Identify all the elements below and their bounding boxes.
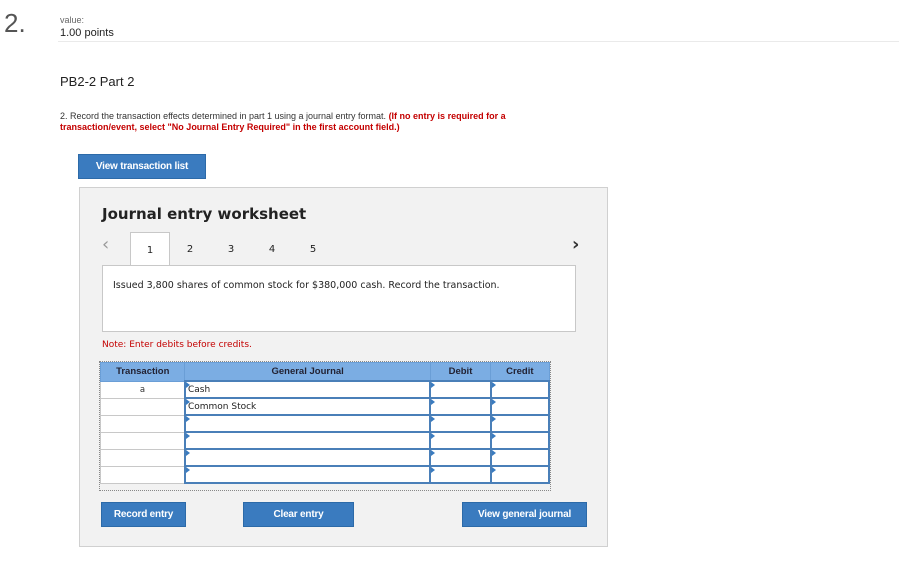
credit-input[interactable] bbox=[489, 380, 551, 399]
transaction-cell bbox=[99, 397, 186, 416]
transaction-cell bbox=[99, 448, 186, 467]
account-select[interactable] bbox=[183, 431, 432, 450]
note-text: Note: Enter debits before credits. bbox=[102, 340, 252, 350]
transaction-description: Issued 3,800 shares of common stock for … bbox=[102, 265, 576, 332]
transaction-cell bbox=[99, 465, 186, 484]
tab-1[interactable]: 1 bbox=[130, 232, 170, 267]
input-marker-icon bbox=[491, 467, 496, 473]
journal-row bbox=[99, 431, 551, 450]
journal-row: Common Stock bbox=[99, 397, 551, 416]
dropdown-marker-icon bbox=[185, 450, 190, 456]
view-transaction-list-button[interactable]: View transaction list bbox=[78, 154, 206, 179]
dropdown-marker-icon bbox=[185, 382, 190, 388]
record-entry-button[interactable]: Record entry bbox=[101, 502, 186, 527]
input-marker-icon bbox=[491, 450, 496, 456]
tab-2[interactable]: 2 bbox=[170, 232, 210, 266]
instruction-text: Record the transaction effects determine… bbox=[70, 111, 387, 121]
question-number: 2. bbox=[4, 8, 26, 38]
worksheet-title: Journal entry worksheet bbox=[102, 205, 307, 223]
transaction-cell bbox=[99, 414, 186, 433]
points-value: 1.00 points bbox=[60, 27, 114, 39]
column-header-debit: Debit bbox=[429, 362, 492, 382]
journal-row bbox=[99, 465, 551, 484]
credit-input[interactable] bbox=[489, 397, 551, 416]
debit-input[interactable] bbox=[429, 397, 492, 416]
input-marker-icon bbox=[491, 416, 496, 422]
debit-input[interactable] bbox=[429, 431, 492, 450]
credit-input[interactable] bbox=[489, 448, 551, 467]
part-title: PB2-2 Part 2 bbox=[60, 74, 135, 89]
account-select[interactable]: Cash bbox=[183, 380, 432, 399]
clear-entry-button[interactable]: Clear entry bbox=[243, 502, 354, 527]
account-select[interactable] bbox=[183, 448, 432, 467]
debit-input[interactable] bbox=[429, 414, 492, 433]
instruction-number: 2. bbox=[60, 111, 68, 121]
dropdown-marker-icon bbox=[185, 399, 190, 405]
instructions: 2. Record the transaction effects determ… bbox=[60, 111, 580, 133]
input-marker-icon bbox=[431, 382, 436, 388]
dropdown-marker-icon bbox=[185, 416, 190, 422]
column-header-credit: Credit bbox=[490, 362, 550, 382]
journal-row bbox=[99, 448, 551, 467]
dropdown-marker-icon bbox=[185, 467, 190, 473]
divider bbox=[58, 41, 899, 42]
account-select[interactable] bbox=[183, 414, 432, 433]
input-marker-icon bbox=[431, 399, 436, 405]
journal-row bbox=[99, 414, 551, 433]
journal-table: Transaction General Journal Debit Credit… bbox=[99, 362, 551, 484]
tab-3[interactable]: 3 bbox=[211, 232, 251, 266]
chevron-right-icon[interactable]: › bbox=[572, 234, 579, 255]
transaction-cell: a bbox=[99, 380, 186, 399]
input-marker-icon bbox=[431, 433, 436, 439]
credit-input[interactable] bbox=[489, 465, 551, 484]
journal-row: a Cash bbox=[99, 380, 551, 399]
account-select[interactable] bbox=[183, 465, 432, 484]
value-label: value: bbox=[60, 15, 85, 25]
dropdown-marker-icon bbox=[185, 433, 190, 439]
transaction-cell bbox=[99, 431, 186, 450]
input-marker-icon bbox=[431, 467, 436, 473]
account-select[interactable]: Common Stock bbox=[183, 397, 432, 416]
column-header-general-journal: General Journal bbox=[184, 362, 431, 382]
debit-input[interactable] bbox=[429, 380, 492, 399]
debit-input[interactable] bbox=[429, 448, 492, 467]
journal-entry-worksheet: Journal entry worksheet ‹ 1 2 3 4 5 › Is… bbox=[79, 187, 608, 547]
account-value: Cash bbox=[187, 384, 211, 395]
chevron-left-icon[interactable]: ‹ bbox=[102, 234, 109, 255]
input-marker-icon bbox=[491, 382, 496, 388]
input-marker-icon bbox=[491, 399, 496, 405]
view-general-journal-button[interactable]: View general journal bbox=[462, 502, 587, 527]
credit-input[interactable] bbox=[489, 431, 551, 450]
credit-input[interactable] bbox=[489, 414, 551, 433]
debit-input[interactable] bbox=[429, 465, 492, 484]
input-marker-icon bbox=[491, 433, 496, 439]
column-header-transaction: Transaction bbox=[99, 362, 186, 382]
input-marker-icon bbox=[431, 450, 436, 456]
input-marker-icon bbox=[431, 416, 436, 422]
tab-4[interactable]: 4 bbox=[252, 232, 292, 266]
tab-5[interactable]: 5 bbox=[293, 232, 333, 266]
account-value: Common Stock bbox=[187, 401, 257, 412]
